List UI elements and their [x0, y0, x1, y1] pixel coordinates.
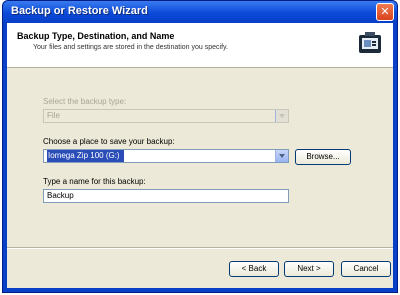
cancel-button[interactable]: Cancel: [341, 261, 391, 277]
page-title: Backup Type, Destination, and Name: [17, 31, 175, 41]
backup-wizard-icon: [359, 32, 381, 53]
close-button[interactable]: ✕: [376, 3, 394, 21]
chevron-down-icon: [275, 110, 288, 122]
window-title: Backup or Restore Wizard: [11, 5, 148, 17]
backup-name-value: Backup: [47, 191, 74, 200]
next-button[interactable]: Next >: [284, 261, 334, 277]
save-place-select[interactable]: Iomega Zip 100 (G:): [43, 149, 289, 163]
browse-button[interactable]: Browse...: [295, 149, 351, 165]
back-button[interactable]: < Back: [229, 261, 279, 277]
chevron-down-icon: [275, 150, 288, 162]
wizard-body: Backup Type, Destination, and Name Your …: [7, 23, 393, 288]
footer-divider: [7, 247, 393, 249]
header-panel: Backup Type, Destination, and Name Your …: [7, 23, 393, 68]
close-icon: ✕: [380, 5, 390, 18]
backup-name-label: Type a name for this backup:: [43, 177, 146, 186]
save-place-label: Choose a place to save your backup:: [43, 137, 175, 146]
page-subtitle: Your files and settings are stored in th…: [33, 44, 228, 51]
backup-type-label: Select the backup type:: [43, 97, 127, 106]
save-place-value: Iomega Zip 100 (G:): [47, 150, 124, 162]
backup-type-value: File: [47, 111, 60, 120]
backup-name-input[interactable]: Backup: [43, 189, 289, 203]
title-bar[interactable]: Backup or Restore Wizard ✕: [3, 1, 397, 23]
wizard-window: Backup or Restore Wizard ✕ Backup Type, …: [2, 0, 398, 293]
backup-type-select[interactable]: File: [43, 109, 289, 123]
